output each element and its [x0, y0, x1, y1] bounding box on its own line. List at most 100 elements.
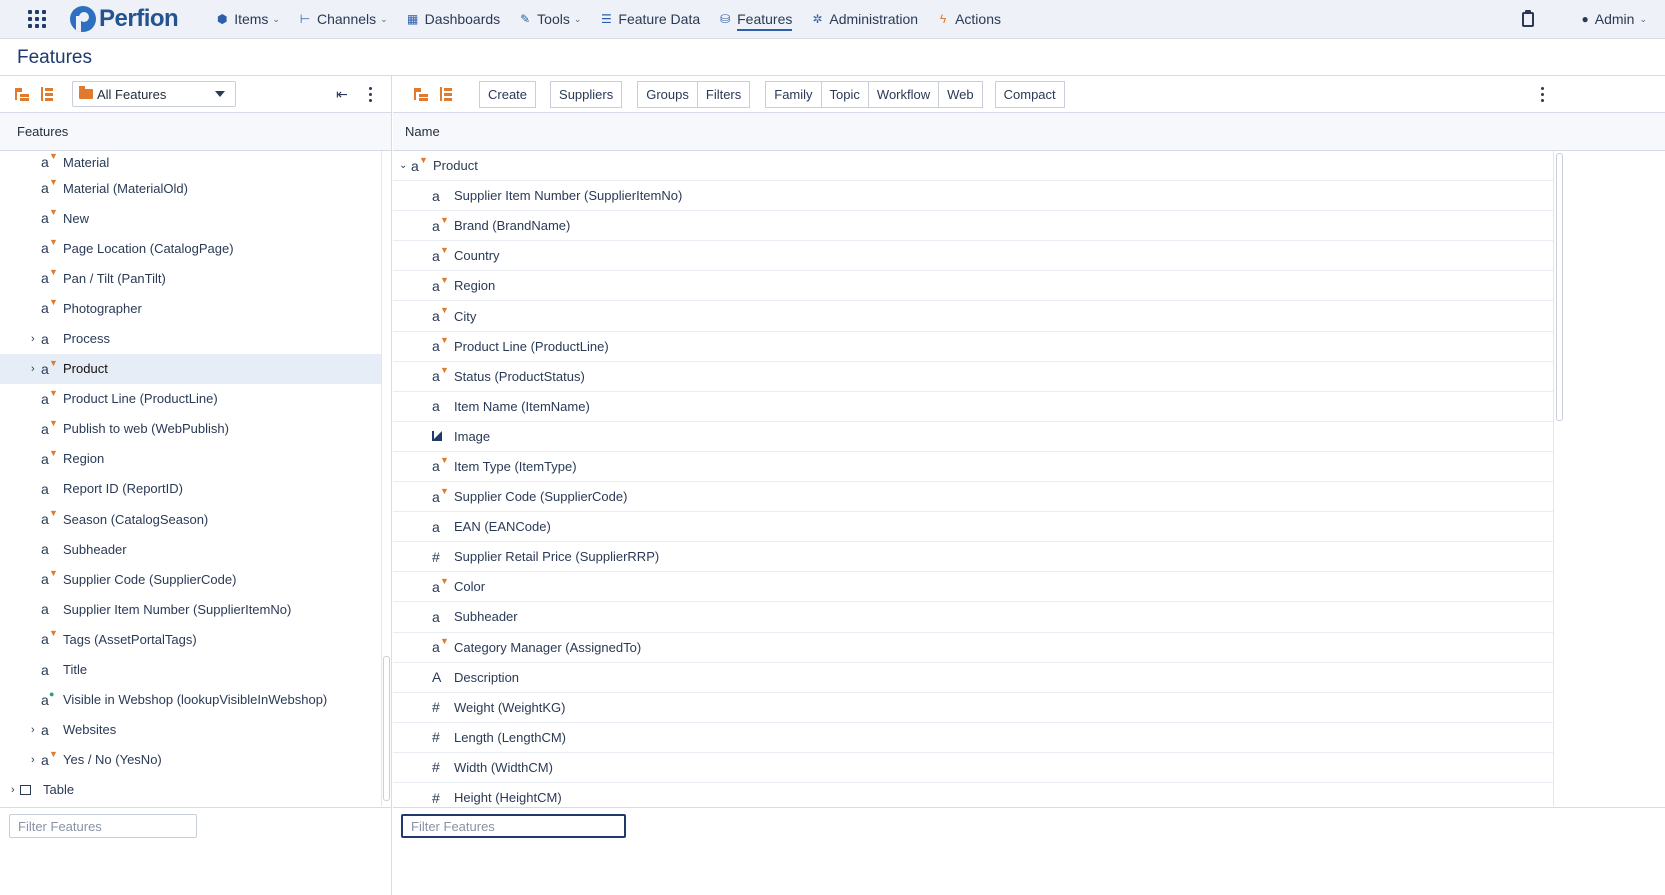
- suppliers-button[interactable]: Suppliers: [550, 80, 623, 108]
- product-feature-row[interactable]: a ▼ Category Manager (AssignedTo): [393, 633, 1553, 663]
- feature-tree-item[interactable]: › a Websites: [0, 715, 381, 745]
- feature-label: Websites: [63, 722, 117, 738]
- chevron-right-icon[interactable]: ›: [31, 754, 35, 766]
- left-filter-input[interactable]: Filter Features: [9, 814, 197, 838]
- create-button[interactable]: Create: [479, 80, 537, 108]
- feature-tree-item[interactable]: a ● Visible in Webshop (lookupVisibleInWeb…: [0, 685, 381, 715]
- feature-tree-item[interactable]: a ▼ Material: [0, 151, 381, 173]
- logo-mark-icon: [70, 6, 96, 32]
- nav-feature-data[interactable]: ☰ Feature Data: [590, 0, 709, 39]
- nav-actions[interactable]: ϟ Actions: [927, 0, 1010, 39]
- product-feature-row[interactable]: a ▼ City: [393, 301, 1553, 332]
- product-feature-row[interactable]: a ▼ Brand (BrandName): [393, 211, 1553, 242]
- family-button[interactable]: Family: [765, 80, 822, 108]
- feature-tree-item[interactable]: a ▼ Product Line (ProductLine): [0, 384, 381, 414]
- product-feature-row[interactable]: a ▼ Region: [393, 271, 1553, 302]
- select-feature-icon: a ▼: [432, 274, 449, 294]
- feature-label: Tags (AssetPortalTags): [63, 631, 197, 647]
- feature-tree-table[interactable]: › Table: [0, 775, 381, 805]
- feature-label: Width (WidthCM): [454, 759, 553, 775]
- chevron-down-icon: ⌄: [573, 13, 582, 24]
- left-more-icon[interactable]: [369, 87, 373, 105]
- workflow-button[interactable]: Workflow: [868, 80, 940, 108]
- feature-tree-item[interactable]: a ▼ Pan / Tilt (PanTilt): [0, 263, 381, 293]
- chevron-right-icon[interactable]: ›: [11, 784, 15, 796]
- nav-dashboards[interactable]: ▦ Dashboards: [397, 0, 510, 39]
- product-feature-row[interactable]: # Width (WidthCM): [393, 753, 1553, 783]
- feature-tree-item[interactable]: › a ▼ Product: [0, 353, 381, 384]
- feature-tree-item[interactable]: › a ▼ Yes / No (YesNo): [0, 745, 381, 775]
- list-view-icon[interactable]: [40, 86, 58, 102]
- feature-tree-item[interactable]: a ▼ Page Location (CatalogPage): [0, 233, 381, 263]
- product-feature-row[interactable]: # Length (LengthCM): [393, 723, 1553, 753]
- feature-tree-item[interactable]: a Supplier Item Number (SupplierItemNo): [0, 594, 381, 624]
- tree-view-icon[interactable]: [14, 86, 32, 102]
- chevron-right-icon[interactable]: ›: [31, 363, 35, 375]
- app-launcher-icon[interactable]: [26, 8, 48, 30]
- nav-features[interactable]: ⛁ Features: [709, 0, 801, 39]
- chevron-right-icon[interactable]: ›: [31, 724, 35, 736]
- chevron-right-icon[interactable]: ›: [31, 333, 35, 345]
- number-feature-icon: #: [432, 548, 440, 565]
- feature-tree-item[interactable]: a ▼ Supplier Code (SupplierCode): [0, 564, 381, 594]
- chevron-down-icon[interactable]: ⌄: [399, 160, 407, 171]
- feature-tree-item[interactable]: › a Process: [0, 323, 381, 353]
- nav-items[interactable]: ⬢ Items ⌄: [206, 0, 289, 39]
- groups-button[interactable]: Groups: [637, 80, 698, 108]
- product-feature-row[interactable]: a EAN (EANCode): [393, 512, 1553, 543]
- product-feature-row[interactable]: Image: [393, 422, 1553, 452]
- product-feature-row[interactable]: # Weight (WeightKG): [393, 693, 1553, 723]
- feature-tree-item[interactable]: a ▼ Publish to web (WebPublish): [0, 414, 381, 444]
- name-column-header[interactable]: Name: [393, 113, 1665, 151]
- right-filter-input[interactable]: Filter Features: [401, 814, 626, 838]
- product-feature-row[interactable]: a ▼ Supplier Code (SupplierCode): [393, 482, 1553, 513]
- feature-tree-item[interactable]: a ▼ Tags (AssetPortalTags): [0, 624, 381, 654]
- feature-label: Report ID (ReportID): [63, 481, 183, 497]
- user-menu[interactable]: ● Admin ⌄: [1582, 11, 1647, 27]
- product-feature-row[interactable]: a ▼ Product Line (ProductLine): [393, 332, 1553, 362]
- product-feature-row[interactable]: a Item Name (ItemName): [393, 392, 1553, 422]
- feature-tree-item[interactable]: a Report ID (ReportID): [0, 474, 381, 504]
- nav-tools[interactable]: ✎ Tools ⌄: [509, 0, 590, 39]
- feature-tree-item[interactable]: a Title: [0, 655, 381, 685]
- filters-button[interactable]: Filters: [697, 80, 751, 108]
- select-feature-icon: a ▼: [432, 575, 449, 595]
- feature-label: Photographer: [63, 300, 142, 316]
- chevron-down-icon: ⌄: [380, 13, 388, 24]
- view-select[interactable]: All Features: [72, 81, 236, 107]
- list-icon: ☰: [601, 12, 612, 26]
- list-view-icon[interactable]: [439, 86, 457, 102]
- feature-tree-item[interactable]: a ▼ Season (CatalogSeason): [0, 504, 381, 534]
- compact-button[interactable]: Compact: [994, 80, 1065, 108]
- collapse-panel-icon[interactable]: ⇤: [336, 86, 348, 103]
- feature-label: Title: [63, 662, 88, 678]
- feature-tree-item[interactable]: a ▼ New: [0, 203, 381, 233]
- feature-tree-item[interactable]: a Subheader: [0, 534, 381, 564]
- nav-administration[interactable]: ✲ Administration: [801, 0, 927, 39]
- right-more-icon[interactable]: [1541, 87, 1545, 105]
- tree-root-product[interactable]: ⌄ a ▼ Product: [393, 151, 1553, 182]
- clipboard-icon[interactable]: [1521, 9, 1534, 27]
- product-feature-row[interactable]: a ▼ Country: [393, 241, 1553, 272]
- feature-tree-item[interactable]: a ▼ Region: [0, 444, 381, 474]
- feature-tree-item[interactable]: a ▼ Material (MaterialOld): [0, 173, 381, 203]
- product-feature-row[interactable]: a ▼ Item Type (ItemType): [393, 452, 1553, 483]
- feature-label: Country: [454, 248, 500, 264]
- perfion-logo[interactable]: Perfion: [70, 5, 179, 33]
- topic-button[interactable]: Topic: [821, 80, 869, 108]
- product-feature-row[interactable]: a Supplier Item Number (SupplierItemNo): [393, 181, 1553, 212]
- nav-channels[interactable]: ⊢ Channels ⌄: [289, 0, 397, 39]
- product-feature-row[interactable]: a Subheader: [393, 602, 1553, 633]
- tree-view-icon[interactable]: [413, 86, 431, 102]
- table-icon: [20, 784, 31, 795]
- right-scrollbar[interactable]: [1553, 151, 1565, 806]
- product-feature-row[interactable]: # Supplier Retail Price (SupplierRRP): [393, 542, 1553, 573]
- product-feature-row[interactable]: # Height (HeightCM): [393, 783, 1553, 806]
- product-feature-row[interactable]: a ▼ Color: [393, 572, 1553, 603]
- web-button[interactable]: Web: [939, 80, 983, 108]
- left-scrollbar[interactable]: [381, 151, 391, 806]
- feature-label: Material (MaterialOld): [63, 180, 188, 196]
- product-feature-row[interactable]: A Description: [393, 663, 1553, 693]
- feature-tree-item[interactable]: a ▼ Photographer: [0, 293, 381, 323]
- product-feature-row[interactable]: a ▼ Status (ProductStatus): [393, 362, 1553, 392]
